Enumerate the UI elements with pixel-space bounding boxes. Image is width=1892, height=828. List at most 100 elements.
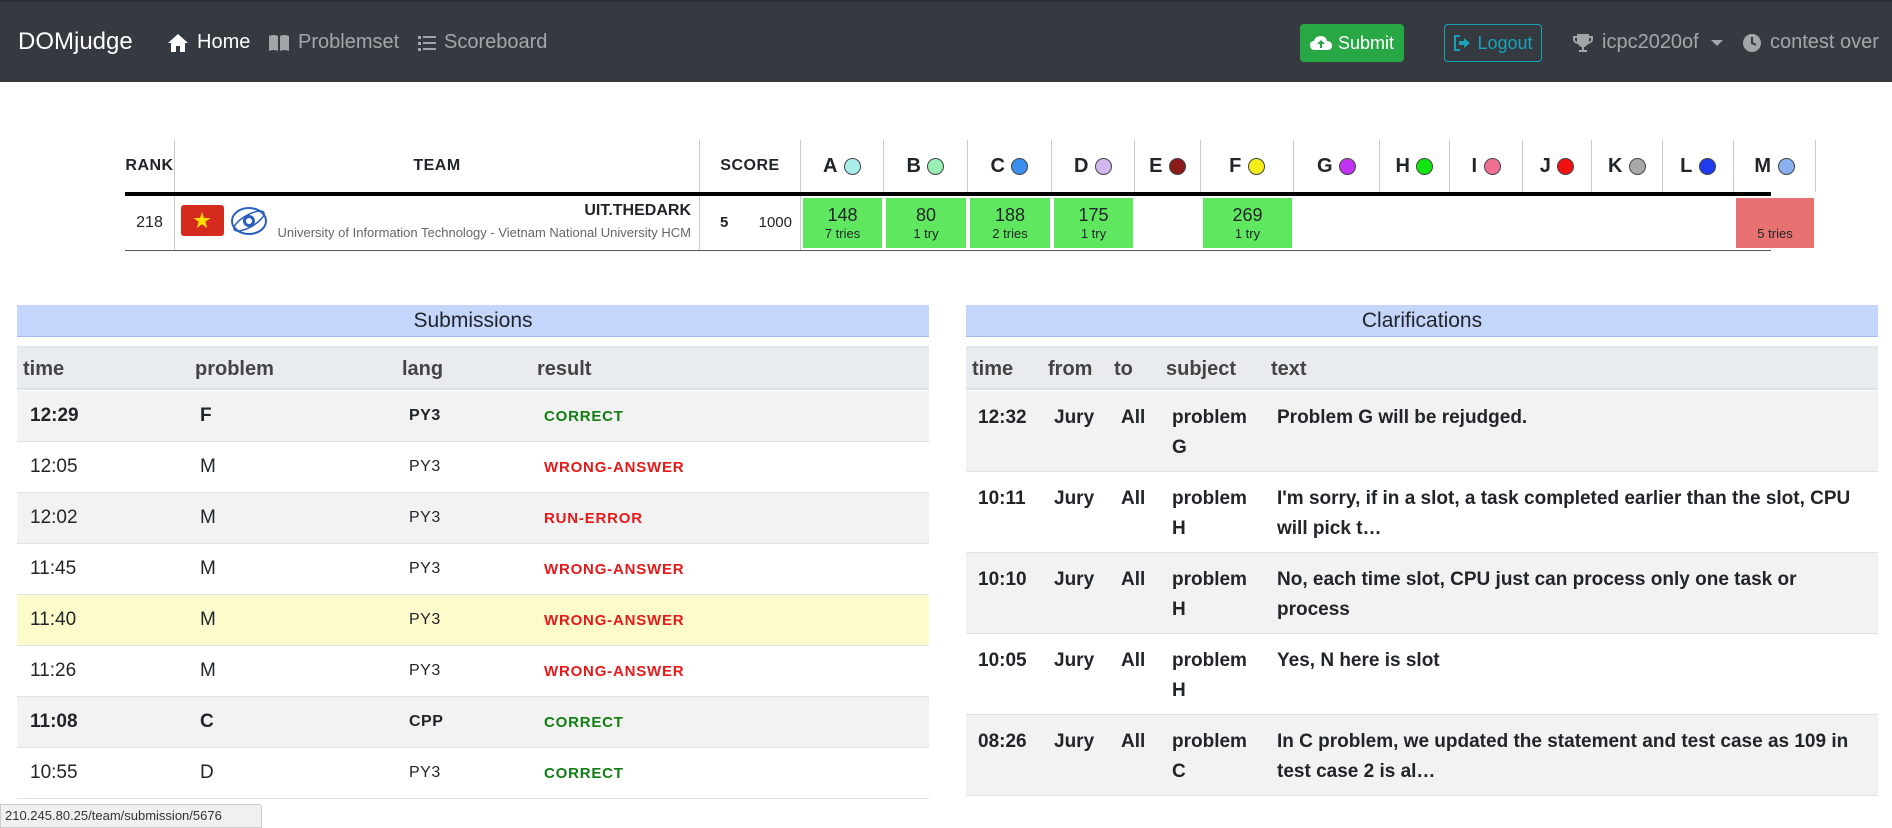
team-cell[interactable]: UIT.THEDARK University of Information Te…	[175, 196, 700, 250]
problem-header-f[interactable]: F	[1201, 140, 1294, 192]
clarification-from: Jury	[1054, 650, 1095, 671]
submission-lang: PY3	[409, 509, 441, 526]
problem-cell-e	[1137, 198, 1199, 248]
nav-home[interactable]: Home	[167, 31, 250, 54]
team-header: TEAM	[175, 140, 700, 192]
submission-lang: PY3	[409, 611, 441, 628]
nav-home-label: Home	[197, 31, 251, 53]
clarification-row[interactable]: 10:05 Jury All problem H Yes, N here is slot	[966, 634, 1878, 715]
nav-problemset-label: Problemset	[298, 31, 400, 53]
submission-time: 12:29	[30, 405, 79, 426]
clarification-row[interactable]: 12:32 Jury All problem G Problem G will be r…	[966, 391, 1878, 472]
sign-out-icon	[1454, 35, 1471, 51]
clarification-to: All	[1121, 731, 1146, 752]
problem-header-k[interactable]: K	[1592, 140, 1663, 192]
book-icon	[269, 34, 289, 51]
problem-header-m[interactable]: M	[1734, 140, 1816, 192]
solve-time: 175	[1078, 204, 1109, 225]
col-to[interactable]: to	[1114, 358, 1133, 381]
submission-lang: CPP	[409, 713, 444, 730]
submission-row[interactable]: 11:45 M PY3 WRONG-ANSWER	[17, 544, 929, 595]
col-result[interactable]: result	[537, 358, 591, 381]
problem-header-d[interactable]: D	[1052, 140, 1135, 192]
problem-label: H	[1395, 154, 1411, 177]
balloon-color-icon	[1247, 157, 1265, 175]
problem-cell-d: 175 1 try	[1054, 198, 1133, 248]
col-lang[interactable]: lang	[402, 358, 443, 381]
nav-scoreboard-label: Scoreboard	[444, 31, 548, 53]
clarification-row[interactable]: 08:26 Jury All problem C In C problem, we up…	[966, 715, 1878, 796]
problem-cell-l	[1665, 198, 1732, 248]
problem-header-l[interactable]: L	[1663, 140, 1734, 192]
col-from[interactable]: from	[1048, 358, 1092, 381]
brand[interactable]: DOMjudge	[18, 28, 133, 56]
team-row[interactable]: 218 UIT.THEDARK University of Informatio…	[125, 196, 1814, 251]
submission-time: 12:02	[30, 507, 78, 528]
submission-time: 11:08	[30, 711, 78, 732]
submission-problem: C	[200, 711, 214, 732]
problem-label: L	[1680, 154, 1693, 177]
clarification-time: 08:26	[978, 731, 1027, 752]
problem-header-h[interactable]: H	[1380, 140, 1450, 192]
clarification-time: 10:11	[978, 488, 1026, 509]
logout-button[interactable]: Logout	[1444, 24, 1542, 62]
submission-result: WRONG-ANSWER	[544, 612, 685, 629]
submission-result: WRONG-ANSWER	[544, 561, 685, 578]
balloon-color-icon	[1557, 157, 1575, 175]
team-name: UIT.THEDARK	[584, 202, 691, 219]
submission-row[interactable]: 10:55 D PY3 CORRECT	[17, 748, 929, 799]
submission-problem: M	[200, 507, 216, 528]
submission-lang: PY3	[409, 560, 441, 577]
clarification-to: All	[1121, 650, 1146, 671]
problem-label: A	[823, 154, 838, 177]
submissions-title: Submissions	[17, 305, 929, 337]
submission-row[interactable]: 11:26 M PY3 WRONG-ANSWER	[17, 646, 929, 697]
clarification-row[interactable]: 10:11 Jury All problem H I'm sorry, if in a …	[966, 472, 1878, 553]
contest-status: contest over	[1742, 31, 1879, 54]
col-time[interactable]: time	[23, 358, 64, 381]
submission-lang: PY3	[409, 407, 441, 424]
problem-header-i[interactable]: I	[1450, 140, 1523, 192]
clarification-time: 10:10	[978, 569, 1027, 590]
clarification-row[interactable]: 10:10 Jury All problem H No, each time slot,…	[966, 553, 1878, 634]
problem-header-c[interactable]: C	[968, 140, 1052, 192]
nav-problemset[interactable]: Problemset	[268, 31, 399, 54]
problem-label: J	[1539, 154, 1552, 177]
problem-header-j[interactable]: J	[1523, 140, 1592, 192]
col-problem[interactable]: problem	[195, 358, 274, 381]
submission-row[interactable]: 12:02 M PY3 RUN-ERROR	[17, 493, 929, 544]
col-time[interactable]: time	[972, 358, 1013, 381]
clarification-subject: problem H	[1172, 488, 1247, 539]
balloon-color-icon	[1698, 157, 1716, 175]
submission-row[interactable]: 11:08 C CPP CORRECT	[17, 697, 929, 748]
balloon-color-icon	[1339, 157, 1357, 175]
nav-scoreboard[interactable]: Scoreboard	[418, 31, 547, 54]
tries-count: 2 tries	[992, 225, 1028, 241]
solve-time: 188	[994, 204, 1026, 225]
submit-button[interactable]: Submit	[1300, 24, 1404, 62]
submission-row[interactable]: 12:05 M PY3 WRONG-ANSWER	[17, 442, 929, 493]
problem-header-g[interactable]: G	[1294, 140, 1380, 192]
problem-header-b[interactable]: B	[884, 140, 968, 192]
clarification-subject: problem H	[1172, 569, 1247, 620]
submission-row[interactable]: 12:29 F PY3 CORRECT	[17, 391, 929, 442]
contest-selector[interactable]: icpc2020of	[1572, 31, 1723, 54]
penalty-time: 1000	[758, 214, 792, 231]
col-text[interactable]: text	[1271, 358, 1307, 381]
team-logo	[229, 203, 269, 239]
submission-lang: PY3	[409, 764, 441, 781]
submissions-table: 12:29 F PY3 CORRECT 12:05 M PY3 WRONG-ANSWER 12:…	[17, 391, 929, 820]
submission-row[interactable]: 11:40 M PY3 WRONG-ANSWER	[17, 595, 929, 646]
clarification-time: 10:05	[978, 650, 1027, 671]
problem-cell-j	[1525, 198, 1590, 248]
rank-header: RANK	[125, 140, 175, 192]
balloon-color-icon	[1777, 157, 1795, 175]
clarification-from: Jury	[1054, 569, 1095, 590]
submissions-header: time problem lang result	[17, 346, 929, 390]
clarification-text: Problem G will be rejudged.	[1277, 407, 1528, 428]
col-subject[interactable]: subject	[1166, 358, 1236, 381]
problem-header-a[interactable]: A	[801, 140, 884, 192]
problem-header-e[interactable]: E	[1135, 140, 1201, 192]
submission-problem: M	[200, 660, 216, 681]
balloon-color-icon	[1416, 157, 1434, 175]
